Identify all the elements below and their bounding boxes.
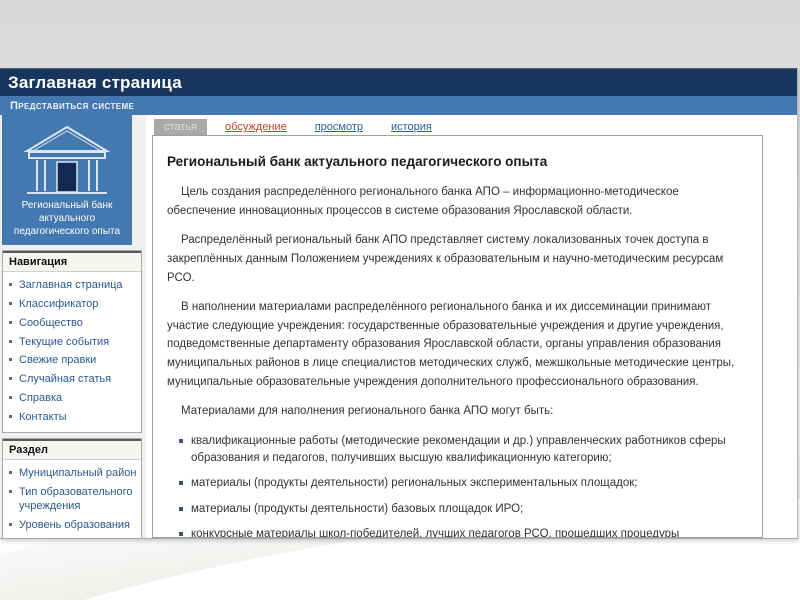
sidebar-section-title: Навигация — [3, 251, 141, 272]
tab-view[interactable]: просмотр — [315, 119, 363, 135]
site-logo[interactable]: Региональный банк актуального педагогиче… — [2, 115, 132, 245]
sidebar-section-razdel: Раздел Муниципальный район Тип образоват… — [2, 437, 142, 538]
bullet-item: материалы (продукты деятельности) базовы… — [177, 501, 742, 518]
article-paragraph: Распределённый региональный банк АПО пре… — [167, 234, 724, 284]
tab-history[interactable]: история — [391, 119, 432, 135]
sidebar-item-main-page[interactable]: Заглавная страница — [7, 276, 139, 295]
login-link[interactable]: Представиться системе — [10, 100, 134, 112]
sidebar-item-work-direction[interactable]: Направление работы — [7, 535, 139, 538]
page-tabs: статья обсуждение просмотр история — [154, 115, 763, 135]
sidebar-section-title: Раздел — [3, 438, 141, 460]
sidebar-nav-list: Заглавная страница Классификатор Сообщес… — [3, 272, 141, 432]
wiki-screenshot-frame: Заглавная страница Представиться системе — [0, 68, 798, 539]
sidebar-item-contacts[interactable]: Контакты — [7, 408, 139, 427]
wiki-body: Региональный банк актуального педагогиче… — [0, 115, 797, 538]
sidebar-item-institution-type[interactable]: Тип образовательного учреждения — [7, 483, 139, 517]
bullet-item: конкурсные материалы школ-победителей, л… — [177, 526, 742, 537]
bullet-item: квалификационные работы (методические ре… — [177, 433, 742, 468]
sidebar: Региональный банк актуального педагогиче… — [0, 115, 146, 538]
sidebar-item-classifier[interactable]: Классификатор — [7, 295, 139, 314]
sidebar-item-recent-changes[interactable]: Свежие правки — [7, 351, 139, 370]
login-bar: Представиться системе — [0, 96, 797, 115]
sidebar-razdel-list: Муниципальный район Тип образовательного… — [3, 460, 141, 538]
classical-building-icon — [6, 121, 128, 195]
page-title: Заглавная страница — [8, 72, 182, 92]
article-paragraph: В наполнении материалами распределённого… — [167, 301, 735, 388]
sidebar-item-community[interactable]: Сообщество — [7, 314, 139, 333]
sidebar-item-municipal-district[interactable]: Муниципальный район — [7, 464, 139, 483]
sidebar-section-navigation: Навигация Заглавная страница Классификат… — [2, 250, 142, 433]
sidebar-item-random-article[interactable]: Случайная статья — [7, 370, 139, 389]
site-logo-caption: Региональный банк актуального педагогиче… — [13, 200, 121, 237]
main-content-area: статья обсуждение просмотр история Регио… — [146, 115, 797, 538]
bullet-item: материалы (продукты деятельности) регион… — [177, 475, 742, 492]
article-panel: Региональный банк актуального педагогиче… — [152, 135, 763, 538]
sidebar-item-education-level[interactable]: Уровень образования — [7, 516, 139, 535]
article-paragraph: Цель создания распределённого региональн… — [167, 186, 679, 217]
sidebar-item-current-events[interactable]: Текущие события — [7, 333, 139, 352]
tab-article[interactable]: статья — [154, 119, 208, 135]
article-heading: Региональный банк актуального педагогиче… — [167, 154, 548, 169]
page-title-bar: Заглавная страница — [0, 69, 797, 96]
tab-discussion[interactable]: обсуждение — [225, 119, 287, 135]
article-bullet-list: квалификационные работы (методические ре… — [177, 433, 742, 537]
article-paragraph: Материалами для наполнения регионального… — [181, 405, 554, 418]
sidebar-item-help[interactable]: Справка — [7, 389, 139, 408]
